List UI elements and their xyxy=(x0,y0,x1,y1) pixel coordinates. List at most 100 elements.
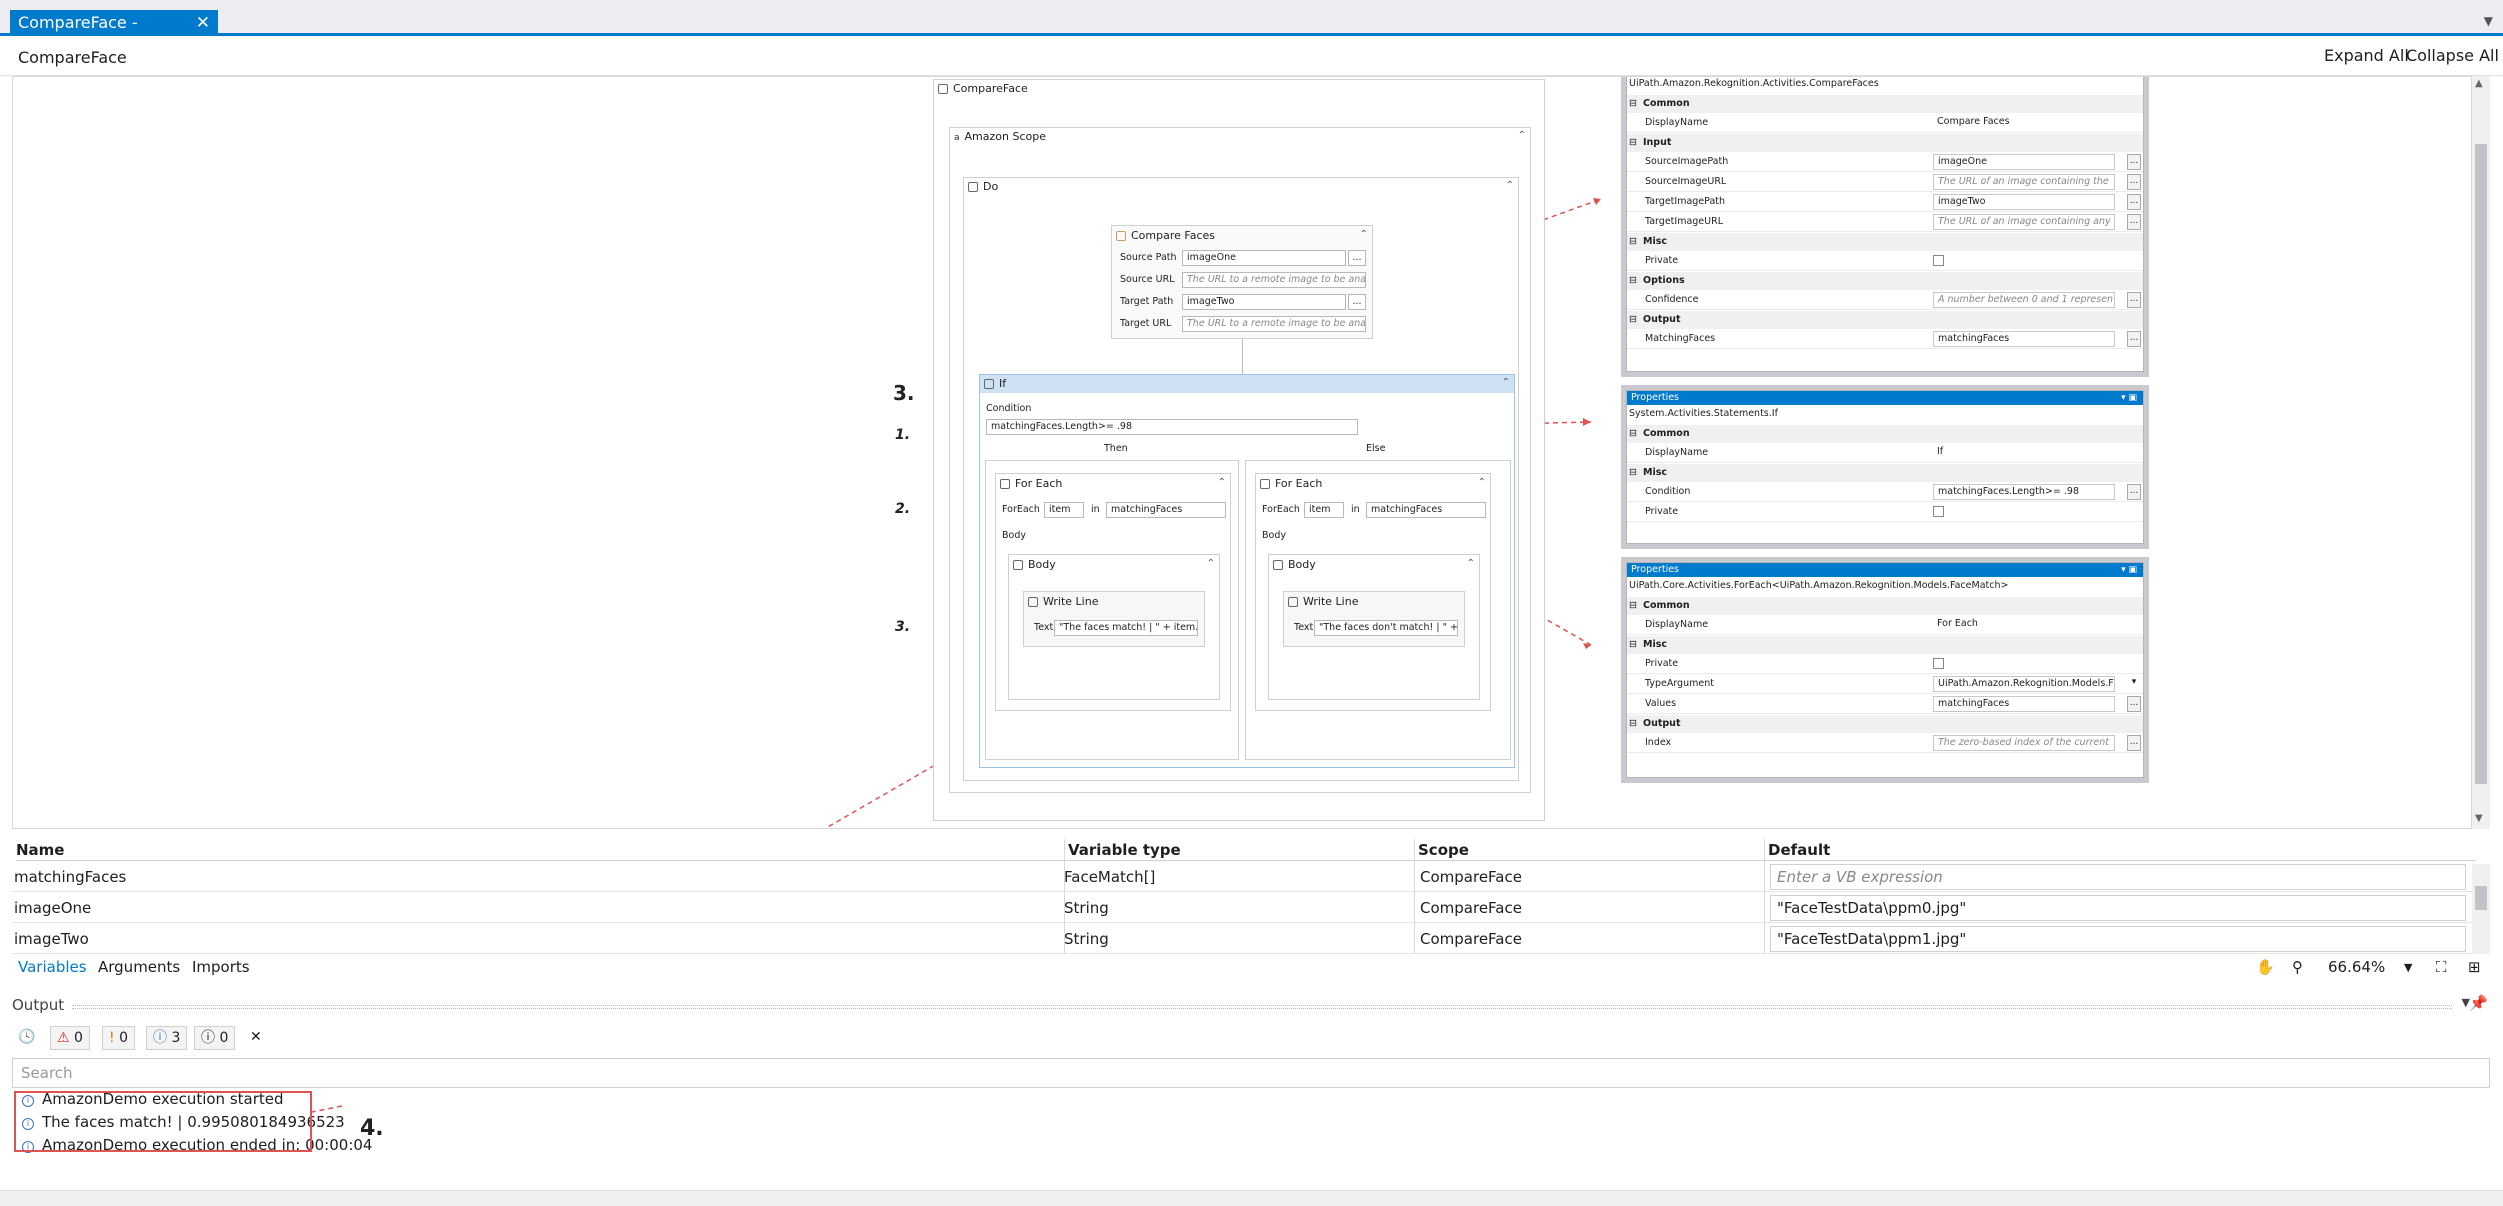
panel-controls-icon[interactable]: ▾ ▣ xyxy=(2121,391,2137,405)
collapse-chevron-icon[interactable]: ⌃ xyxy=(1467,558,1475,569)
ellipsis-button[interactable]: ... xyxy=(2127,194,2141,210)
zoom-dropdown-icon[interactable]: ▼ xyxy=(2404,961,2412,974)
fit-to-screen-icon[interactable]: ⛶ xyxy=(2436,958,2447,976)
foreach-else-activity[interactable]: For Each ⌃ ForEach item in matchingFaces… xyxy=(1255,473,1491,711)
expand-all-button[interactable]: Expand All xyxy=(2324,46,2409,65)
designer-canvas[interactable]: CompareFace a Amazon Scope ⌃ Do ⌃ Compare… xyxy=(12,76,2472,829)
property-row[interactable]: Confidence A number between 0 and 1 repre… xyxy=(1627,291,2143,310)
browse-button[interactable]: ... xyxy=(1348,294,1366,310)
write-line-text-input[interactable]: "The faces match! | " + item.S xyxy=(1054,620,1198,636)
properties-panel-compare-faces[interactable]: Properties▾ ▣UiPath.Amazon.Rekognition.A… xyxy=(1621,77,2149,377)
panel-controls-icon[interactable]: ▾ ▣ xyxy=(2121,563,2137,577)
collapse-all-button[interactable]: Collapse All xyxy=(2406,46,2499,65)
collapse-chevron-icon[interactable]: ⌃ xyxy=(1506,180,1514,191)
target-path-input[interactable]: imageTwo xyxy=(1182,294,1346,310)
variable-type[interactable]: String xyxy=(1064,924,1109,954)
ellipsis-button[interactable]: ... xyxy=(2127,154,2141,170)
ellipsis-button[interactable]: ... xyxy=(2127,696,2141,712)
property-row[interactable]: Index The zero-based index of the current… xyxy=(1627,734,2143,753)
collapse-chevron-icon[interactable]: ⌃ xyxy=(1478,477,1486,488)
scroll-up-icon[interactable]: ▲ xyxy=(2475,78,2483,89)
scroll-down-icon[interactable]: ▼ xyxy=(2475,813,2483,824)
property-value-input[interactable]: The URL of an image containing any xyxy=(1933,214,2115,230)
scrollbar-thumb[interactable] xyxy=(2475,886,2487,910)
clear-output-icon[interactable]: ✕ xyxy=(244,1026,268,1050)
ellipsis-button[interactable]: ... xyxy=(2127,484,2141,500)
property-row[interactable]: Private xyxy=(1627,252,2143,271)
chevron-down-icon[interactable]: ▾ xyxy=(2127,676,2141,692)
column-header-scope[interactable]: Scope xyxy=(1418,839,1768,861)
property-category[interactable]: Input xyxy=(1627,134,2143,152)
condition-input[interactable]: matchingFaces.Length>= .98 xyxy=(986,419,1358,435)
timestamp-toggle-icon[interactable]: 🕓 xyxy=(12,1026,41,1050)
source-url-input[interactable]: The URL to a remote image to be analyse xyxy=(1182,272,1366,288)
property-checkbox[interactable] xyxy=(1933,506,1944,517)
collapse-chevron-icon[interactable]: ⌃ xyxy=(1518,130,1526,141)
variable-scope[interactable]: CompareFace xyxy=(1420,862,1522,892)
variable-scope[interactable]: CompareFace xyxy=(1420,893,1522,923)
properties-panel-if[interactable]: Properties ▾ ▣ System.Activities.Statement… xyxy=(1621,385,2149,549)
hand-pan-icon[interactable]: ✋ xyxy=(2256,958,2275,976)
variable-default-input[interactable]: "FaceTestData\ppm0.jpg" xyxy=(1770,895,2466,921)
ellipsis-button[interactable]: ... xyxy=(2127,292,2141,308)
table-row[interactable]: matchingFaces FaceMatch[] CompareFace En… xyxy=(12,862,2472,892)
panel-grip[interactable] xyxy=(72,1005,2452,1009)
property-row[interactable]: DisplayName Compare Faces xyxy=(1627,114,2143,133)
table-row[interactable]: imageOne String CompareFace "FaceTestDat… xyxy=(12,893,2472,923)
property-row[interactable]: TargetImagePath imageTwo... xyxy=(1627,193,2143,212)
property-category[interactable]: Misc xyxy=(1627,464,2143,482)
zoom-level[interactable]: 66.64% xyxy=(2328,958,2385,976)
output-search-input[interactable]: Search xyxy=(12,1058,2490,1088)
info-filter-button[interactable]: ⓘ 3 xyxy=(146,1026,188,1050)
property-value-input[interactable]: The URL of an image containing the xyxy=(1933,174,2115,190)
target-url-input[interactable]: The URL to a remote image to be analyse xyxy=(1182,316,1366,332)
property-row[interactable]: Values matchingFaces... xyxy=(1627,695,2143,714)
close-tab-icon[interactable]: ✕ xyxy=(196,10,210,36)
property-value-input[interactable]: The zero-based index of the current xyxy=(1933,735,2115,751)
property-category[interactable]: Common xyxy=(1627,425,2143,443)
property-checkbox[interactable] xyxy=(1933,658,1944,669)
property-value-input[interactable]: imageOne xyxy=(1933,154,2115,170)
column-header-default[interactable]: Default xyxy=(1768,839,2476,861)
property-row[interactable]: TypeArgument UiPath.Amazon.Rekognition.Mo… xyxy=(1627,675,2143,694)
write-line-activity[interactable]: Write Line Text "The faces don't match! … xyxy=(1283,591,1465,647)
variable-type[interactable]: FaceMatch[] xyxy=(1064,862,1155,892)
properties-panel-foreach[interactable]: Properties ▾ ▣ UiPath.Core.Activities.ForE… xyxy=(1621,557,2149,783)
canvas-scrollbar[interactable]: ▲ ▼ xyxy=(2472,76,2490,829)
warnings-filter-button[interactable]: ! 0 xyxy=(102,1026,135,1050)
column-header-name[interactable]: Name xyxy=(16,839,1076,861)
foreach-item-input[interactable]: item xyxy=(1044,502,1084,518)
column-header-type[interactable]: Variable type xyxy=(1068,839,1420,861)
property-row[interactable]: Private xyxy=(1627,503,2143,522)
property-value-input[interactable]: If xyxy=(1933,445,2133,461)
property-value-input[interactable]: UiPath.Amazon.Rekognition.Models.F xyxy=(1933,676,2115,692)
ellipsis-button[interactable]: ... xyxy=(2127,735,2141,751)
body-sequence[interactable]: Body ⌃ Write Line Text "The faces don't … xyxy=(1268,554,1480,700)
foreach-then-activity[interactable]: For Each ⌃ ForEach item in matchingFaces… xyxy=(995,473,1231,711)
scrollbar-thumb[interactable] xyxy=(2475,144,2487,784)
collapse-chevron-icon[interactable]: ⌃ xyxy=(1218,477,1226,488)
ellipsis-button[interactable]: ... xyxy=(2127,331,2141,347)
property-value-input[interactable]: matchingFaces xyxy=(1933,331,2115,347)
property-row[interactable]: SourceImageURL The URL of an image contai… xyxy=(1627,173,2143,192)
ellipsis-button[interactable]: ... xyxy=(2127,174,2141,190)
variable-scope[interactable]: CompareFace xyxy=(1420,924,1522,954)
breadcrumb[interactable]: CompareFace xyxy=(18,48,127,67)
property-value-input[interactable]: Compare Faces xyxy=(1933,115,2133,131)
ellipsis-button[interactable]: ... xyxy=(2127,214,2141,230)
property-category[interactable]: Misc xyxy=(1627,233,2143,251)
document-tab[interactable]: CompareFace - Quickstart ✕ xyxy=(10,10,218,58)
write-line-text-input[interactable]: "The faces don't match! | " + xyxy=(1314,620,1458,636)
tab-arguments[interactable]: Arguments xyxy=(98,958,180,976)
property-checkbox[interactable] xyxy=(1933,255,1944,266)
tab-dropdown-icon[interactable]: ▼ xyxy=(2484,14,2493,28)
collapse-chevron-icon[interactable]: ⌃ xyxy=(1502,377,1510,388)
variable-type[interactable]: String xyxy=(1064,893,1109,923)
property-row[interactable]: TargetImageURL The URL of an image contai… xyxy=(1627,213,2143,232)
property-row[interactable]: DisplayName If xyxy=(1627,444,2143,463)
property-category[interactable]: Output xyxy=(1627,311,2143,329)
foreach-values-input[interactable]: matchingFaces xyxy=(1106,502,1226,518)
table-row[interactable]: imageTwo String CompareFace "FaceTestDat… xyxy=(12,924,2472,954)
property-row[interactable]: Condition matchingFaces.Length>= .98... xyxy=(1627,483,2143,502)
property-category[interactable]: Misc xyxy=(1627,636,2143,654)
